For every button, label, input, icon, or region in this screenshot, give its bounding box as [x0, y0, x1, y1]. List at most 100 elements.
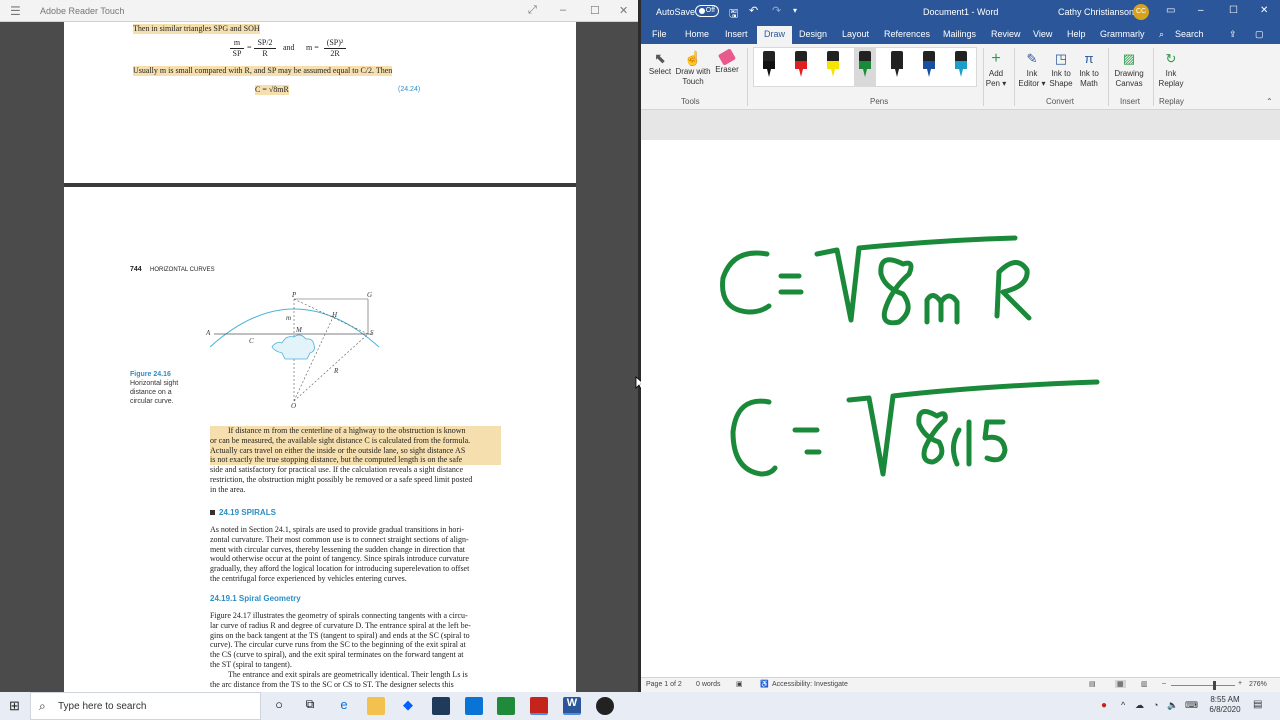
tab-grammarly[interactable]: Grammarly	[1100, 29, 1145, 39]
file-explorer-icon[interactable]	[367, 697, 385, 715]
tab-layout[interactable]: Layout	[842, 29, 869, 39]
pen-7-icon[interactable]	[954, 51, 968, 81]
accessibility-icon[interactable]: ♿	[760, 680, 769, 688]
draw-with-touch-button[interactable]: ☝ Draw with Touch	[673, 49, 713, 87]
word-icon[interactable]: W	[563, 697, 581, 715]
formula-m2-den: 2R	[324, 48, 346, 59]
section-title: 24.19 SPIRALS	[219, 508, 276, 517]
zoom-slider[interactable]	[1171, 681, 1235, 690]
task-view-icon[interactable]: ⧉	[301, 697, 319, 715]
formula-rhs-num: SP/2	[257, 38, 273, 47]
adobe-reader-icon[interactable]	[530, 697, 548, 715]
ink-to-math-button[interactable]: π Ink to Math	[1075, 49, 1103, 89]
zoom-level[interactable]: 276%	[1249, 681, 1267, 688]
close-icon[interactable]: ✕	[619, 4, 628, 17]
zoom-out-icon[interactable]: –	[1162, 680, 1166, 687]
tab-insert[interactable]: Insert	[725, 29, 748, 39]
ink-paren-2	[951, 427, 962, 467]
search-icon[interactable]: ⌕	[1159, 29, 1164, 40]
pen-2-icon[interactable]	[794, 51, 808, 81]
zoom-in-icon[interactable]: +	[1238, 680, 1242, 687]
spreadsheet-icon[interactable]	[497, 697, 515, 715]
ribbon-display-icon[interactable]: ▭	[1166, 5, 1175, 16]
expand-icon[interactable]: ⤢	[528, 4, 537, 17]
formula-num: m	[233, 38, 241, 47]
onedrive-icon[interactable]: ☁	[1135, 700, 1144, 711]
ink-editor-button[interactable]: ✎ Ink Editor ▾	[1017, 49, 1047, 89]
ink-c-1	[720, 250, 772, 315]
volume-icon[interactable]: 🔈	[1167, 700, 1178, 711]
tab-draw[interactable]: Draw	[757, 26, 793, 44]
maximize-icon[interactable]: ☐	[590, 4, 600, 17]
accessibility-status[interactable]: Accessibility: Investigate	[772, 681, 848, 688]
maximize-icon[interactable]: ☐	[1229, 5, 1238, 16]
tray-notification-icon[interactable]: ●	[1101, 700, 1107, 711]
pen-6-icon[interactable]	[922, 51, 936, 81]
menu-icon[interactable]: ☰	[10, 4, 21, 18]
ink-replay-button[interactable]: ↻ Ink Replay	[1155, 49, 1187, 89]
pen-5-icon[interactable]	[890, 51, 904, 81]
web-layout-icon[interactable]: ▥	[1141, 680, 1148, 688]
search-placeholder: Type here to search	[58, 701, 147, 712]
taskbar-search[interactable]: ⌕ Type here to search	[30, 692, 261, 720]
minimize-icon[interactable]: –	[1198, 5, 1204, 16]
pen-3-icon[interactable]	[826, 51, 840, 81]
redo-icon[interactable]: ↷	[772, 4, 781, 17]
share-icon[interactable]: ⇪	[1229, 29, 1237, 40]
cortana-icon[interactable]: ○	[270, 697, 288, 715]
print-layout-icon[interactable]: ▦	[1115, 680, 1126, 688]
search-label[interactable]: Search	[1175, 29, 1204, 39]
running-head-number: 744	[130, 266, 142, 273]
close-icon[interactable]: ✕	[1260, 5, 1268, 16]
tab-view[interactable]: View	[1033, 29, 1052, 39]
drawing-canvas-button[interactable]: ▨ Drawing Canvas	[1111, 49, 1147, 89]
tab-design[interactable]: Design	[799, 29, 827, 39]
focus-mode-icon[interactable]: ▤	[1089, 680, 1096, 688]
page-count[interactable]: Page 1 of 2	[646, 681, 682, 688]
clock-time: 8:55 AM	[1210, 695, 1240, 704]
eraser-button[interactable]: Eraser	[713, 48, 741, 75]
dropbox-icon[interactable]: ◆	[399, 697, 417, 715]
clock[interactable]: 8:55 AM 6/8/2020	[1208, 695, 1242, 715]
formula-m2-lhs: m =	[306, 43, 319, 52]
label-M: M	[295, 326, 303, 334]
edge-icon[interactable]: e	[335, 697, 353, 715]
comments-icon[interactable]: ▢	[1255, 29, 1264, 40]
collapse-ribbon-icon[interactable]: ⌃	[1266, 97, 1273, 106]
windows-start-icon[interactable]: ⊞	[9, 698, 20, 714]
keyboard-icon[interactable]: ⌨	[1185, 700, 1198, 711]
document-page[interactable]	[641, 140, 1280, 677]
word-count[interactable]: 0 words	[696, 681, 721, 688]
autosave-toggle[interactable]: Off	[695, 5, 719, 17]
add-pen-button[interactable]: + Add Pen ▾	[981, 49, 1011, 89]
tab-mailings[interactable]: Mailings	[943, 29, 976, 39]
proofing-icon[interactable]: ▣	[736, 680, 743, 688]
camera-app-icon[interactable]	[596, 697, 614, 715]
customize-qat-icon[interactable]: ▾	[793, 6, 797, 15]
pen-4-icon[interactable]	[854, 48, 876, 86]
action-center-icon[interactable]: ▤	[1253, 699, 1262, 710]
ink-to-shape-button[interactable]: ◳ Ink to Shape	[1047, 49, 1075, 89]
user-name[interactable]: Cathy Christianson	[1058, 7, 1134, 17]
tab-home[interactable]: Home	[685, 29, 709, 39]
select-button[interactable]: ⬉ Select	[647, 49, 673, 77]
minimize-icon[interactable]: –	[560, 4, 566, 16]
tab-review[interactable]: Review	[991, 29, 1021, 39]
label-m: m	[286, 314, 291, 322]
mail-icon[interactable]	[465, 697, 483, 715]
undo-icon[interactable]: ↶	[749, 4, 758, 17]
tray-chevron-icon[interactable]: ^	[1121, 700, 1125, 710]
user-avatar[interactable]: CC	[1133, 4, 1149, 20]
figure-caption-title: Figure 24.16	[130, 371, 171, 378]
tab-file[interactable]: File	[652, 29, 667, 39]
zoom-slider-thumb[interactable]	[1213, 681, 1216, 690]
tab-references[interactable]: References	[884, 29, 930, 39]
wifi-icon[interactable]: ◔	[1153, 700, 1158, 710]
save-icon[interactable]: 🖫	[729, 5, 738, 24]
tab-help[interactable]: Help	[1067, 29, 1086, 39]
formula-and: and	[283, 43, 295, 52]
pen-1-icon[interactable]	[762, 51, 776, 81]
document-title: Document1 - Word	[923, 7, 999, 17]
pdf-page-top: Then in similar triangles SPG and SOH m …	[64, 22, 576, 183]
pen-app-icon[interactable]	[432, 697, 450, 715]
